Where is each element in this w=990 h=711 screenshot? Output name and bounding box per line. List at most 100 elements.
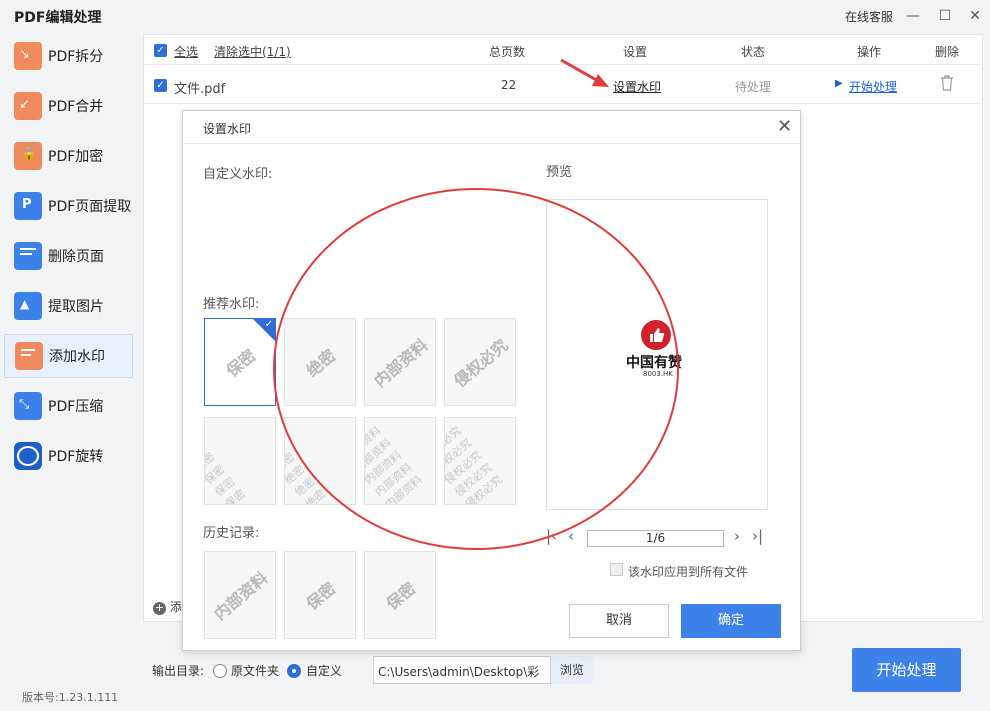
radio-custom-folder[interactable]	[287, 664, 301, 678]
status-text: 待处理	[735, 80, 772, 94]
watermark-option[interactable]: 侵权必究	[444, 318, 516, 406]
page-count: 22	[501, 78, 517, 92]
preview-page: 中国有赞 8003.HK	[546, 199, 768, 510]
page-navigator: |‹ ‹ 1/6 › ›|	[546, 527, 768, 547]
header-settings: 设置	[623, 45, 648, 59]
logo-icon	[641, 320, 671, 350]
sidebar-item-label: 提取图片	[48, 299, 104, 315]
apply-all-label: 该水印应用到所有文件	[628, 565, 749, 579]
select-all-label[interactable]: 全选	[174, 43, 198, 60]
set-watermark-link[interactable]: 设置水印	[613, 78, 661, 95]
pattern-text: 绝密 绝密 绝密 绝密 绝密	[284, 438, 328, 505]
split-icon: ↘	[14, 42, 42, 70]
first-page-icon[interactable]: |‹	[546, 527, 557, 545]
title-bar: PDF编辑处理 在线客服 — ☐ ✕	[0, 0, 990, 34]
sidebar-item-encrypt[interactable]: 🔒 PDF加密	[4, 134, 133, 178]
dialog-title-bar: 设置水印 ✕	[183, 111, 800, 144]
extract-image-icon: ▲	[14, 292, 42, 320]
add-icon: +	[153, 601, 166, 615]
trash-icon[interactable]	[940, 75, 954, 94]
last-page-icon[interactable]: ›|	[752, 527, 763, 545]
version-label: 版本号:1.23.1.111	[22, 691, 119, 704]
sidebar-item-label: PDF拆分	[48, 49, 104, 65]
header-action: 操作	[857, 45, 882, 59]
close-icon[interactable]: ✕	[777, 116, 792, 137]
watermark-text: 绝密	[302, 345, 340, 381]
sidebar-item-merge[interactable]: ↙ PDF合并	[4, 84, 133, 128]
logo-text: 中国有赞	[626, 355, 682, 371]
watermark-text: 侵权必究	[450, 335, 512, 392]
maximize-button[interactable]: ☐	[934, 6, 956, 26]
watermark-text: 内部资料	[370, 335, 432, 392]
sidebar-item-label: PDF合并	[48, 99, 104, 115]
play-icon[interactable]: ▶	[835, 78, 843, 89]
watermark-option[interactable]: 保密 ✓	[204, 318, 276, 406]
sidebar-item-label: 添加水印	[49, 349, 105, 365]
sidebar-item-delete-page[interactable]: 删除页面	[4, 234, 133, 278]
page-indicator[interactable]: 1/6	[587, 530, 724, 547]
cancel-button[interactable]: 取消	[569, 604, 669, 638]
row-checkbox[interactable]: ✓	[154, 79, 167, 92]
clear-selection-link[interactable]: 清除选中(1/1)	[214, 43, 291, 60]
sidebar-item-label: PDF压缩	[48, 399, 104, 415]
sidebar-item-split[interactable]: ↘ PDF拆分	[4, 34, 133, 78]
watermark-pattern-option[interactable]: 内部资料 内部资料 内部资料 内部资料 内部资料	[364, 417, 436, 505]
watermark-text: 保密	[302, 578, 340, 614]
header-pages: 总页数	[489, 45, 526, 59]
pattern-text: 侵权必究 侵权必究 侵权必究 侵权必究 侵权必究	[444, 423, 505, 505]
app-title: PDF编辑处理	[14, 10, 102, 26]
history-option[interactable]: 保密	[284, 551, 356, 639]
close-button[interactable]: ✕	[964, 6, 986, 26]
dialog-title: 设置水印	[203, 122, 252, 136]
sidebar-item-page-extract[interactable]: P PDF页面提取	[4, 184, 133, 228]
apply-all-checkbox[interactable]	[610, 563, 623, 576]
sidebar-item-label: PDF加密	[48, 149, 104, 165]
online-service-link[interactable]: 在线客服	[845, 8, 893, 25]
table-row: ✓ 文件.pdf 22 设置水印 待处理 ▶ 开始处理	[144, 66, 982, 104]
sidebar-item-extract-image[interactable]: ▲ 提取图片	[4, 284, 133, 328]
apply-all-option[interactable]: 该水印应用到所有文件	[610, 563, 749, 580]
compress-icon: ⤡	[14, 392, 42, 420]
rotate-icon	[14, 442, 42, 470]
check-icon: ✓	[264, 319, 273, 330]
browse-button[interactable]: 浏览	[551, 656, 593, 684]
merge-icon: ↙	[14, 92, 42, 120]
select-all-checkbox[interactable]: ✓	[154, 44, 167, 57]
delete-page-icon	[14, 242, 42, 270]
output-path-field[interactable]: C:\Users\admin\Desktop\彩	[373, 656, 551, 684]
watermark-pattern-option[interactable]: 保密 保密 保密 保密 保密	[204, 417, 276, 505]
watermark-text: 内部资料	[210, 568, 272, 625]
page-extract-icon: P	[14, 192, 42, 220]
sidebar-item-compress[interactable]: ⤡ PDF压缩	[4, 384, 133, 428]
logo-subtext: 8003.HK	[643, 370, 673, 378]
start-process-button[interactable]: 开始处理	[852, 648, 961, 692]
minimize-button[interactable]: —	[902, 6, 924, 26]
header-delete: 删除	[935, 45, 960, 59]
sidebar-item-label: 删除页面	[48, 249, 104, 265]
add-file-label: 添	[169, 600, 182, 614]
next-page-icon[interactable]: ›	[734, 527, 740, 545]
watermark-icon	[15, 342, 43, 370]
sidebar-item-rotate[interactable]: PDF旋转	[4, 434, 133, 478]
watermark-pattern-option[interactable]: 侵权必究 侵权必究 侵权必究 侵权必究 侵权必究	[444, 417, 516, 505]
start-row-link[interactable]: 开始处理	[849, 78, 897, 95]
history-option[interactable]: 保密	[364, 551, 436, 639]
watermark-dialog: 设置水印 ✕ 自定义水印: 预览 推荐水印: 保密 ✓ 绝密 内部资料 侵权必究…	[182, 110, 801, 651]
sidebar-item-label: PDF页面提取	[48, 199, 132, 215]
custom-watermark-label: 自定义水印:	[203, 167, 273, 182]
watermark-text: 保密	[382, 578, 420, 614]
prev-page-icon[interactable]: ‹	[568, 527, 574, 545]
watermark-pattern-option[interactable]: 绝密 绝密 绝密 绝密 绝密	[284, 417, 356, 505]
watermark-option[interactable]: 内部资料	[364, 318, 436, 406]
preview-label: 预览	[546, 165, 573, 180]
sidebar-item-watermark[interactable]: 添加水印	[4, 334, 133, 378]
watermark-text: 保密	[222, 345, 260, 381]
recommended-label: 推荐水印:	[203, 297, 260, 312]
add-file-button[interactable]: + 添	[153, 598, 182, 615]
radio-original-folder[interactable]	[213, 664, 227, 678]
watermark-option[interactable]: 绝密	[284, 318, 356, 406]
history-option[interactable]: 内部资料	[204, 551, 276, 639]
sidebar: ↘ PDF拆分 ↙ PDF合并 🔒 PDF加密 P PDF页面提取 删除页面 ▲…	[0, 34, 140, 674]
radio-custom-label: 自定义	[306, 664, 343, 678]
confirm-button[interactable]: 确定	[681, 604, 781, 638]
